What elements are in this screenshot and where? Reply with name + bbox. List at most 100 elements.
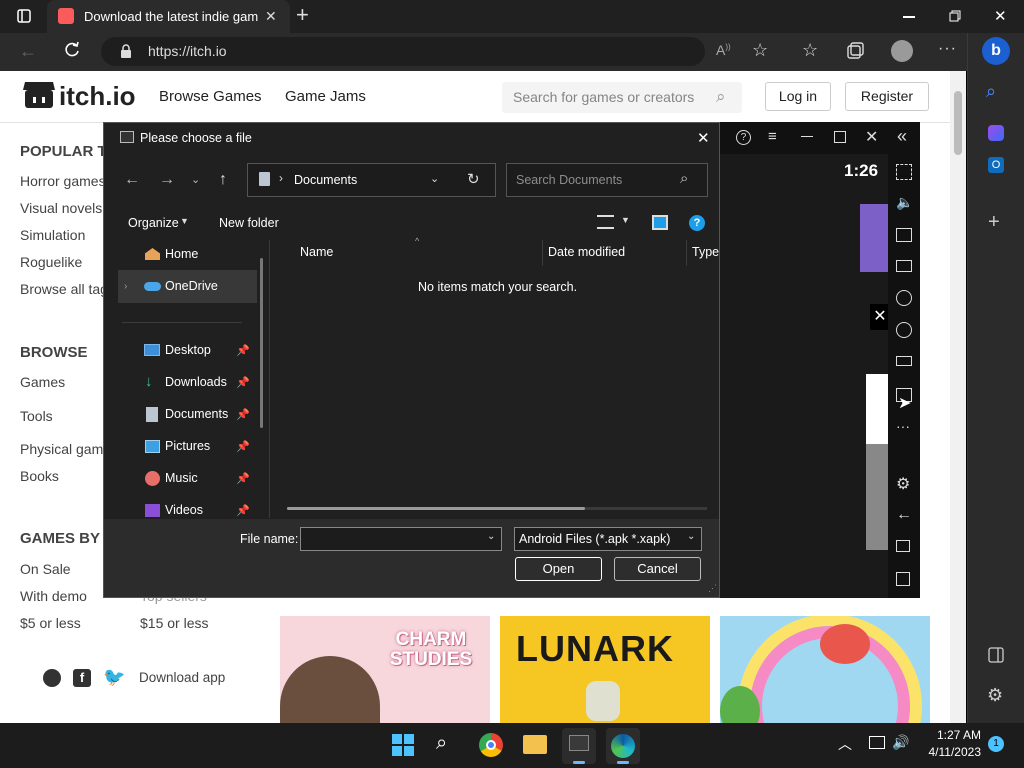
recent-locations-icon[interactable]: ⌄ [191, 173, 200, 186]
volume-tray-icon[interactable]: 🔊 [892, 734, 909, 751]
back-icon[interactable]: ← [19, 41, 37, 62]
nav-pane-scrollbar[interactable] [260, 258, 263, 428]
page-scrollbar[interactable] [950, 71, 966, 723]
page-scrollbar-thumb[interactable] [954, 91, 962, 155]
dialog-forward-icon[interactable]: → [159, 171, 175, 189]
menu-icon[interactable]: ≡ [768, 128, 777, 145]
dialog-help-icon[interactable]: ? [689, 215, 705, 231]
lock-icon[interactable] [120, 44, 132, 58]
view-dropdown-icon[interactable]: ▼ [621, 215, 630, 225]
favorites-icon[interactable]: ☆ [802, 40, 818, 61]
android-back-icon[interactable]: ← [896, 506, 912, 524]
keyboard-icon[interactable] [896, 260, 912, 272]
android-recents-icon[interactable] [896, 572, 910, 586]
game-card-lunark[interactable]: LUNARK [500, 616, 710, 723]
volume-icon[interactable]: 🔈 [896, 194, 913, 211]
restore-icon[interactable] [949, 10, 961, 22]
dialog-close-icon[interactable]: ✕ [697, 129, 710, 147]
file-type-select[interactable]: Android Files (*.apk *.xapk) ⌄ [514, 527, 702, 551]
price-link-15-or-less[interactable]: $15 or less [140, 615, 208, 631]
hidden-icons-chevron-icon[interactable]: ︿ [838, 734, 852, 754]
sidebar-link-games[interactable]: Games [20, 374, 65, 390]
clock-date[interactable]: 4/11/2023 [921, 745, 982, 759]
nav-item-videos[interactable]: Videos [165, 503, 203, 517]
nav-item-pictures[interactable]: Pictures [165, 439, 210, 453]
nav-item-documents[interactable]: Documents [165, 407, 228, 421]
horizontal-scrollbar[interactable] [287, 507, 707, 510]
tab-actions-icon[interactable] [17, 9, 31, 23]
fullscreen-icon[interactable] [896, 164, 912, 180]
price-link-with-demo[interactable]: With demo [20, 588, 87, 604]
close-window-icon[interactable]: ✕ [994, 7, 1007, 25]
emulator-maximize-icon[interactable] [834, 131, 846, 143]
view-options-icon[interactable] [597, 215, 614, 229]
nav-browse-games[interactable]: Browse Games [159, 88, 262, 105]
twitter-icon[interactable]: 🐦 [103, 667, 125, 688]
sidebar-link-books[interactable]: Books [20, 468, 59, 484]
location-icon[interactable] [896, 322, 912, 338]
game-card-charm-studies[interactable]: CHARM STUDIES [280, 616, 490, 723]
nav-item-downloads[interactable]: Downloads [165, 375, 227, 389]
new-folder-button[interactable]: New folder [219, 216, 279, 230]
download-app-link[interactable]: Download app [139, 670, 225, 685]
game-card-rainbow[interactable] [720, 616, 930, 723]
sidebar-link-roguelike[interactable]: Roguelike [20, 254, 82, 270]
emulator-settings-icon[interactable]: ⚙ [896, 474, 910, 494]
login-button[interactable]: Log in [765, 82, 831, 111]
dialog-back-icon[interactable]: ← [124, 171, 140, 189]
organize-button[interactable]: Organize [128, 216, 179, 230]
open-button[interactable]: Open [515, 557, 602, 581]
close-tab-icon[interactable]: ✕ [265, 8, 277, 25]
site-search-input[interactable]: Search for games or creators ⌕ [502, 82, 742, 113]
screenshot-icon[interactable] [896, 228, 912, 242]
search-documents-icon[interactable]: ⌕ [680, 170, 688, 187]
copilot-icon[interactable] [988, 125, 1004, 141]
itchio-logo-icon[interactable] [22, 80, 56, 110]
sidebar-link-tools[interactable]: Tools [20, 408, 53, 424]
sidebar-link-simulation[interactable]: Simulation [20, 227, 85, 243]
search-documents-input[interactable]: Search Documents ⌕ [506, 163, 708, 197]
collapse-icon[interactable]: « [897, 126, 907, 147]
preview-pane-icon[interactable] [652, 215, 668, 230]
path-bar[interactable]: › Documents ⌄ ↻ [247, 163, 496, 197]
cancel-button[interactable]: Cancel [614, 557, 701, 581]
browser-tab[interactable]: Download the latest indie games ✕ [47, 0, 290, 33]
outlook-icon[interactable]: O [988, 157, 1004, 173]
read-aloud-icon[interactable]: A)) [716, 42, 731, 58]
column-header-date-modified[interactable]: Date modified [548, 245, 625, 259]
organize-dropdown-icon[interactable]: ▼ [180, 216, 189, 226]
price-link-on-sale[interactable]: On Sale [20, 561, 71, 577]
column-header-name[interactable]: Name [300, 245, 333, 259]
site-logo-text[interactable]: itch.io [59, 81, 136, 112]
site-search-icon[interactable]: ⌕ [716, 87, 726, 107]
search-icon[interactable]: ⌕ [986, 81, 996, 102]
refresh-folder-icon[interactable]: ↻ [467, 170, 480, 188]
help-icon[interactable]: ? [736, 130, 751, 145]
nav-item-desktop[interactable]: Desktop [165, 343, 211, 357]
nav-item-music[interactable]: Music [165, 471, 198, 485]
chrome-icon[interactable] [479, 733, 503, 757]
file-type-dropdown-icon[interactable]: ⌄ [687, 531, 695, 542]
file-name-input[interactable]: ⌄ [300, 527, 502, 551]
network-icon[interactable] [869, 736, 885, 749]
nav-game-jams[interactable]: Game Jams [285, 88, 366, 105]
sort-ascending-icon[interactable]: ^ [415, 236, 419, 246]
horizontal-scrollbar-thumb[interactable] [287, 507, 585, 510]
edge-taskbar-button[interactable] [606, 728, 640, 764]
sidebar-link-horror[interactable]: Horror games [20, 173, 106, 189]
start-button-icon[interactable] [392, 734, 414, 756]
emulator-screen[interactable]: 1:26 ✕ [720, 154, 890, 598]
sidebar-link-browse-tags[interactable]: Browse all tag [20, 281, 108, 297]
notification-badge[interactable]: 1 [988, 736, 1004, 752]
path-segment-documents[interactable]: Documents [294, 173, 357, 187]
settings-icon[interactable]: ⚙ [987, 685, 1003, 706]
pane-splitter[interactable] [269, 240, 270, 518]
more-options-icon[interactable]: ··· [938, 40, 957, 58]
taskbar-search-icon[interactable]: ⌕ [436, 732, 447, 755]
clock-time[interactable]: 1:27 AM [921, 728, 981, 742]
up-folder-icon[interactable]: ↑ [219, 171, 227, 189]
resize-grip-icon[interactable]: ⋰ [708, 583, 717, 594]
price-link-5-or-less[interactable]: $5 or less [20, 615, 81, 631]
emulator-taskbar-button[interactable] [562, 728, 596, 764]
collections-icon[interactable] [846, 42, 864, 60]
